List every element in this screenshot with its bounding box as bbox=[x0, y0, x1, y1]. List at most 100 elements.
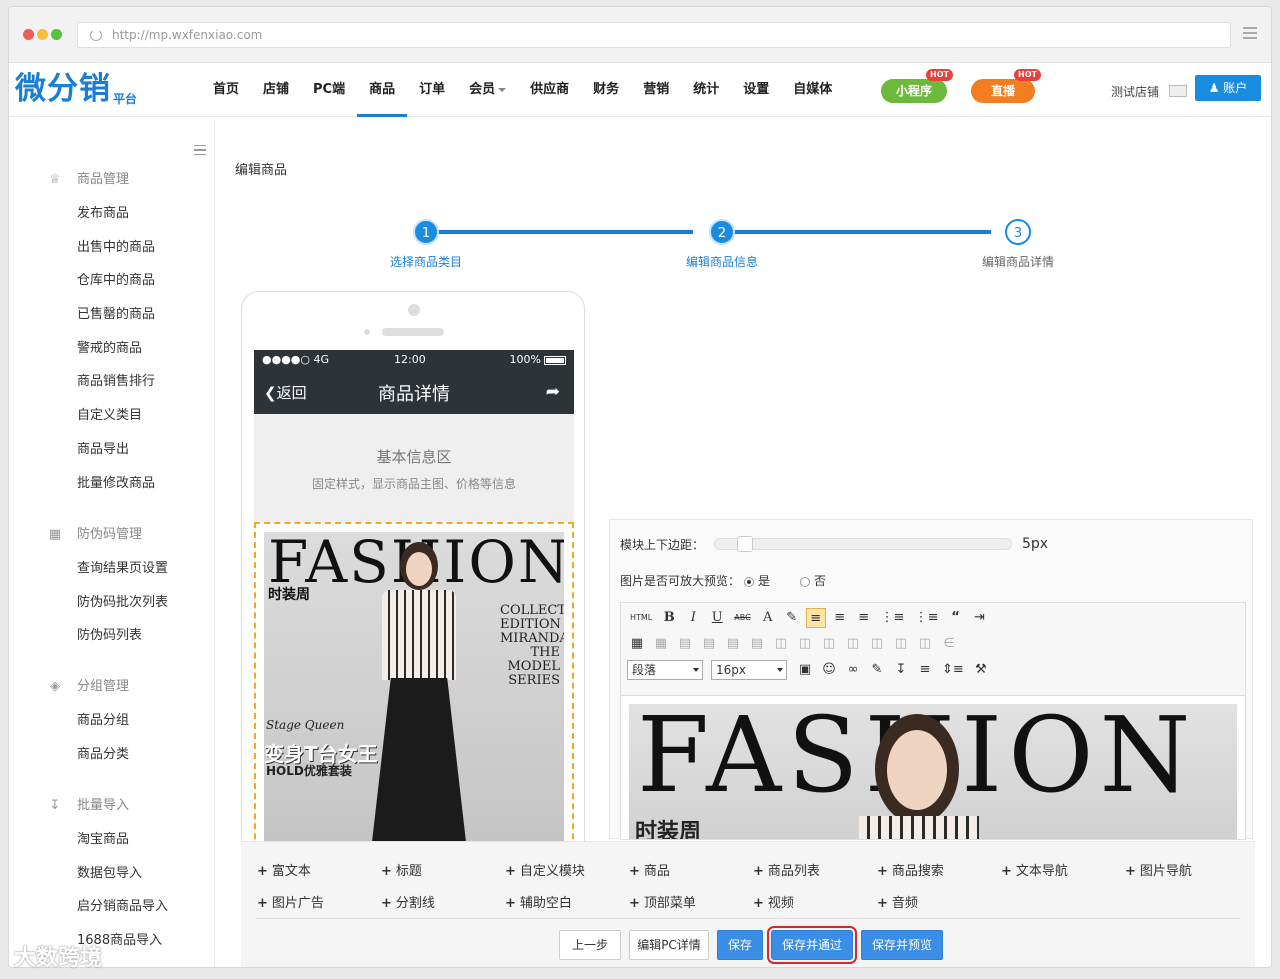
edit-pc-detail-button[interactable]: 编辑PC详情 bbox=[629, 930, 709, 960]
sidebar-section-title[interactable]: ♕ 商品管理 bbox=[9, 163, 215, 197]
nav-finance[interactable]: 财务 bbox=[593, 63, 619, 117]
live-button[interactable]: 直播 HOT bbox=[971, 69, 1041, 103]
add-video-module[interactable]: + 视频 bbox=[753, 892, 794, 911]
nav-shop[interactable]: 店铺 bbox=[263, 63, 289, 117]
sidebar-item-export[interactable]: 商品导出 bbox=[9, 433, 215, 467]
font-size-select[interactable]: 16px bbox=[711, 660, 787, 680]
sidebar-item-alert[interactable]: 警戒的商品 bbox=[9, 332, 215, 366]
sidebar-item-data-package[interactable]: 数据包导入 bbox=[9, 857, 215, 891]
indent-icon[interactable]: ⇥ bbox=[969, 608, 989, 628]
eraser-icon[interactable]: ✎ bbox=[867, 660, 887, 680]
add-divider-module[interactable]: + 分割线 bbox=[381, 892, 435, 911]
split-cells-icon[interactable]: ◫ bbox=[891, 634, 911, 654]
zoom-no-radio[interactable] bbox=[799, 576, 810, 587]
table-icon[interactable]: ▦ bbox=[627, 634, 647, 654]
nav-settings[interactable]: 设置 bbox=[743, 63, 769, 117]
line-height-icon[interactable]: ↧ bbox=[891, 660, 911, 680]
insert-col-right-icon[interactable]: ◫ bbox=[795, 634, 815, 654]
miniprogram-button[interactable]: 小程序 HOT bbox=[881, 69, 953, 103]
add-richtext-module[interactable]: + 富文本 bbox=[257, 860, 311, 879]
insert-col-left-icon[interactable]: ◫ bbox=[771, 634, 791, 654]
insert-row-above-icon[interactable]: ▤ bbox=[699, 634, 719, 654]
maximize-window-dot[interactable] bbox=[51, 29, 62, 40]
add-audio-module[interactable]: + 音频 bbox=[877, 892, 918, 911]
nav-marketing[interactable]: 营销 bbox=[643, 63, 669, 117]
bold-button[interactable]: B bbox=[659, 608, 679, 628]
image-icon[interactable]: ▣ bbox=[795, 660, 815, 680]
browser-menu-icon[interactable] bbox=[1243, 27, 1257, 39]
align-right-icon[interactable]: ≡ bbox=[854, 608, 874, 628]
add-image-nav-module[interactable]: + 图片导航 bbox=[1125, 860, 1192, 879]
sidebar-item-ranking[interactable]: 商品销售排行 bbox=[9, 365, 215, 399]
sidebar-item-custom-category[interactable]: 自定义类目 bbox=[9, 399, 215, 433]
nav-home[interactable]: 首页 bbox=[213, 63, 239, 117]
sidebar-collapse-icon[interactable] bbox=[194, 145, 206, 155]
sidebar-item-query-page[interactable]: 查询结果页设置 bbox=[9, 552, 215, 586]
sidebar-section-title[interactable]: ▦ 防伪码管理 bbox=[9, 518, 215, 552]
align-center-icon[interactable]: ≡ bbox=[830, 608, 850, 628]
sidebar-item-batch-edit[interactable]: 批量修改商品 bbox=[9, 467, 215, 501]
sidebar-item-taobao[interactable]: 淘宝商品 bbox=[9, 823, 215, 857]
ordered-list-icon[interactable]: ⋮≡ bbox=[912, 608, 942, 628]
sidebar-item-publish[interactable]: 发布商品 bbox=[9, 197, 215, 231]
add-image-ad-module[interactable]: + 图片广告 bbox=[257, 892, 324, 911]
add-title-module[interactable]: + 标题 bbox=[381, 860, 422, 879]
link-icon[interactable]: ∞ bbox=[843, 660, 863, 680]
logo[interactable]: 微分销 平台 bbox=[15, 69, 137, 109]
delete-row-icon[interactable]: ▤ bbox=[747, 634, 767, 654]
italic-button[interactable]: I bbox=[683, 608, 703, 628]
nav-products[interactable]: 商品 bbox=[357, 63, 408, 117]
shop-name[interactable]: 测试店铺 bbox=[1111, 83, 1159, 100]
add-product-module[interactable]: + 商品 bbox=[629, 860, 670, 879]
sidebar-item-warehouse[interactable]: 仓库中的商品 bbox=[9, 264, 215, 298]
highlight-color-icon[interactable]: ✎ bbox=[782, 608, 802, 628]
nav-suppliers[interactable]: 供应商 bbox=[530, 63, 569, 117]
underline-button[interactable]: U bbox=[707, 608, 727, 628]
margin-slider-handle[interactable] bbox=[737, 536, 753, 552]
mail-icon[interactable] bbox=[1169, 85, 1187, 97]
share-icon[interactable]: ➦ bbox=[546, 382, 560, 402]
emoji-icon[interactable]: ☺ bbox=[819, 660, 839, 680]
merge-cells-icon[interactable]: ◫ bbox=[843, 634, 863, 654]
address-bar[interactable]: http://mp.wxfenxiao.com bbox=[77, 22, 1231, 48]
prev-step-button[interactable]: 上一步 bbox=[559, 930, 621, 960]
insert-row-below-icon[interactable]: ▤ bbox=[723, 634, 743, 654]
nav-stats[interactable]: 统计 bbox=[693, 63, 719, 117]
zoom-yes-label[interactable]: 是 bbox=[758, 574, 770, 588]
sidebar-item-qifenxiao[interactable]: 启分销商品导入 bbox=[9, 890, 215, 924]
nav-members[interactable]: 会员 bbox=[469, 63, 507, 117]
add-product-search-module[interactable]: + 商品搜索 bbox=[877, 860, 944, 879]
save-approve-button[interactable]: 保存并通过 bbox=[767, 926, 857, 964]
sidebar-item-batch-list[interactable]: 防伪码批次列表 bbox=[9, 586, 215, 620]
nav-media[interactable]: 自媒体 bbox=[793, 63, 832, 117]
nav-pc[interactable]: PC端 bbox=[313, 63, 345, 117]
sidebar-section-title[interactable]: ◈ 分组管理 bbox=[9, 670, 215, 704]
delete-col-icon[interactable]: ◫ bbox=[819, 634, 839, 654]
sidebar-item-on-sale[interactable]: 出售中的商品 bbox=[9, 231, 215, 265]
sidebar-item-product-group[interactable]: 商品分组 bbox=[9, 704, 215, 738]
add-product-list-module[interactable]: + 商品列表 bbox=[753, 860, 820, 879]
unordered-list-icon[interactable]: ⋮≡ bbox=[878, 608, 908, 628]
margin-slider[interactable] bbox=[714, 536, 1012, 552]
split-cols-icon[interactable]: ∈ bbox=[939, 634, 959, 654]
refresh-icon[interactable] bbox=[90, 29, 102, 41]
paragraph-format-select[interactable]: 段落 bbox=[627, 660, 703, 680]
align-left-icon[interactable]: ≡ bbox=[805, 608, 826, 628]
merge-right-icon[interactable]: ◫ bbox=[867, 634, 887, 654]
save-preview-button[interactable]: 保存并预览 bbox=[861, 930, 943, 960]
minimize-window-dot[interactable] bbox=[37, 29, 48, 40]
format-painter-icon[interactable]: ⚒ bbox=[971, 660, 991, 680]
nav-orders[interactable]: 订单 bbox=[419, 63, 445, 117]
font-color-button[interactable]: A bbox=[758, 608, 778, 628]
html-source-button[interactable]: HTML bbox=[627, 608, 655, 628]
add-spacer-module[interactable]: + 辅助空白 bbox=[505, 892, 572, 911]
save-button[interactable]: 保存 bbox=[717, 930, 763, 960]
sidebar-item-product-category[interactable]: 商品分类 bbox=[9, 738, 215, 772]
sidebar-section-title[interactable]: ↧ 批量导入 bbox=[9, 789, 215, 823]
paragraph-spacing-icon[interactable]: ≡ bbox=[915, 660, 935, 680]
account-button[interactable]: ♟ 账户 bbox=[1195, 75, 1261, 101]
zoom-no-label[interactable]: 否 bbox=[814, 574, 826, 588]
zoom-yes-radio[interactable] bbox=[744, 576, 755, 587]
add-custom-module[interactable]: + 自定义模块 bbox=[505, 860, 585, 879]
table-props-icon[interactable]: ▦ bbox=[651, 634, 671, 654]
